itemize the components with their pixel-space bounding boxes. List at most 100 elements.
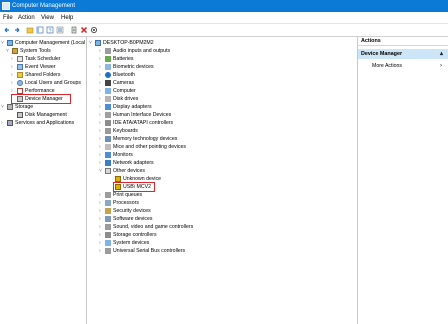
device-tree: ˅ DESKTOP-B0PM2M2 › Audio inputs and outpu… [87,37,358,324]
device-category[interactable]: › System devices [99,239,149,247]
mouse-icon [105,143,111,150]
perf-icon [17,87,23,94]
collapse-arrow-icon[interactable]: ▴ [440,50,443,58]
actions-device-manager[interactable]: Device Manager ▴ [358,49,448,59]
forward-icon[interactable] [13,26,21,34]
device-category[interactable]: › IDE ATA/ATAPI controllers [99,119,173,127]
tree-item-local-users-and-groups[interactable]: › Local Users and Groups [11,79,81,87]
device-category[interactable]: › Bluetooth [99,71,135,79]
disk-icon [17,111,23,118]
more-actions-link[interactable]: More Actions [372,62,402,70]
device-manager-icon [17,95,23,102]
computer-icon [95,39,101,46]
actions-header: Actions [358,37,448,46]
device-category[interactable]: › Biometric devices [99,63,154,71]
menu-file[interactable]: File [3,14,13,22]
device-category[interactable]: › Universal Serial Bus controllers [99,247,185,255]
tree-item-disk-management[interactable]: Disk Management [11,111,67,119]
computer-management-icon [2,2,10,10]
memory-icon [105,135,111,142]
menu-help[interactable]: Help [61,14,73,22]
hid-icon [105,111,111,118]
device-category[interactable]: › Display adapters [99,103,152,111]
toolbar: ? [0,24,448,37]
device-category[interactable]: › Network adapters [99,159,154,167]
window-title: Computer Management [12,3,76,9]
audio-icon [105,47,111,54]
show-hide-icon[interactable] [36,26,44,34]
security-icon [105,207,111,214]
tree-item-shared-folders[interactable]: › Shared Folders [11,71,60,79]
users-icon [17,79,23,86]
device-category[interactable]: › Storage controllers [99,231,157,239]
system-icon [105,239,111,246]
device-category[interactable]: › Cameras [99,79,134,87]
update-driver-icon[interactable] [70,26,78,34]
bluetooth-icon [105,71,111,78]
device-item-usb-mcv2[interactable]: USB\ MCV2 [109,183,151,191]
usb-icon [105,247,111,254]
title-bar: Computer Management [0,0,448,12]
storage-icon [7,103,13,110]
help-icon[interactable]: ? [46,26,54,34]
tree-item-storage[interactable]: ˅ Storage [1,103,33,111]
computer-icon [105,87,111,94]
scan-icon[interactable] [90,26,98,34]
device-category-other-devices[interactable]: ˅ Other devices [99,167,145,175]
back-icon[interactable] [3,26,11,34]
tree-item-event-viewer[interactable]: › Event Viewer [11,63,55,71]
tree-item-system-tools[interactable]: ˅ System Tools [6,47,51,55]
device-category[interactable]: › Batteries [99,55,133,63]
printer-icon [105,191,111,198]
device-category[interactable]: › Audio inputs and outputs [99,47,170,55]
clock-icon [17,55,23,62]
delete-icon[interactable] [80,26,88,34]
network-icon [105,159,111,166]
folder-icon [17,71,23,78]
device-category[interactable]: › Computer [99,87,136,95]
device-category[interactable]: › Software devices [99,215,153,223]
camera-icon [105,79,111,86]
warning-icon [115,175,121,182]
device-tree-root[interactable]: ˅ DESKTOP-B0PM2M2 [89,39,154,47]
device-category[interactable]: › Sound, video and game controllers [99,223,193,231]
device-category[interactable]: › Print queues [99,191,142,199]
svg-text:?: ? [49,28,52,34]
computer-icon [7,39,13,46]
device-category[interactable]: › Memory technology devices [99,135,177,143]
menu-bar: File Action View Help [0,13,448,24]
tree-item-services-and-applications[interactable]: › Services and Applications [1,119,74,127]
tree-item-task-scheduler[interactable]: › Task Scheduler [11,55,60,63]
chevron-right-icon[interactable]: › [440,62,442,70]
device-category[interactable]: › Keyboards [99,127,138,135]
display-icon [105,103,111,110]
actions-pane: Actions Device Manager ▴ More Actions › [358,37,448,324]
console-tree: ˅ Computer Management (Local ˅ System Tool… [0,37,87,324]
keyboard-icon [105,127,111,134]
tree-item-device-manager[interactable]: Device Manager [11,95,63,103]
battery-icon [105,55,111,62]
up-icon[interactable] [26,26,34,34]
tree-item-computer-management[interactable]: ˅ Computer Management (Local [1,39,85,47]
biometric-icon [105,63,111,70]
disk-icon [105,95,111,102]
device-category[interactable]: › Human Interface Devices [99,111,171,119]
storage-icon [105,231,111,238]
ide-icon [105,119,111,126]
services-icon [7,119,13,126]
device-category[interactable]: › Mice and other pointing devices [99,143,186,151]
device-category[interactable]: › Disk drives [99,95,138,103]
menu-action[interactable]: Action [18,14,35,22]
device-category[interactable]: › Monitors [99,151,133,159]
cpu-icon [105,199,111,206]
event-icon [17,63,23,70]
device-category[interactable]: › Security devices [99,207,151,215]
menu-view[interactable]: View [41,14,54,22]
properties-icon[interactable] [56,26,64,34]
sound-icon [105,223,111,230]
other-devices-icon [105,167,111,174]
warning-icon [115,183,121,190]
monitor-icon [105,151,111,158]
tools-icon [12,47,18,54]
device-category[interactable]: › Processors [99,199,139,207]
